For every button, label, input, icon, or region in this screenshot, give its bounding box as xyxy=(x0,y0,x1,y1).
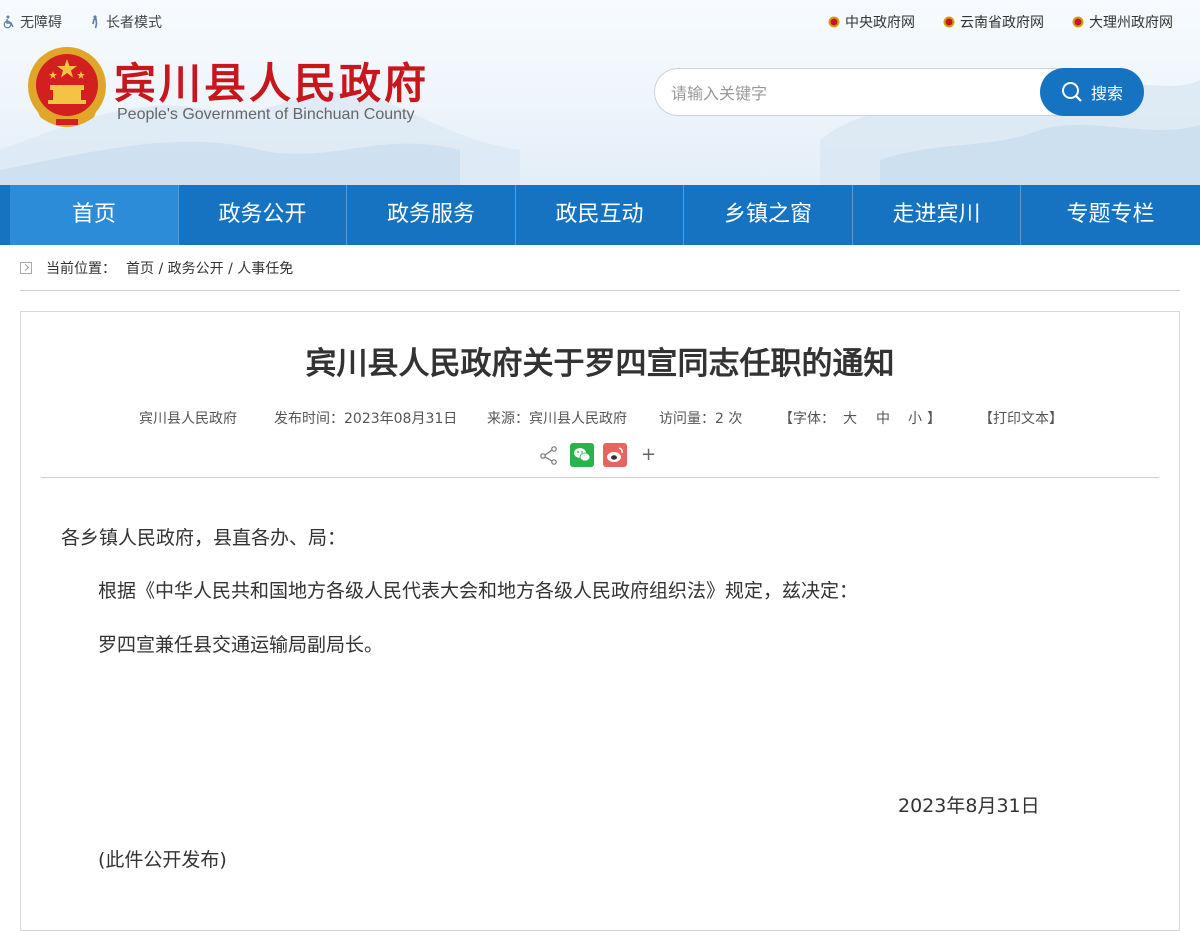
nav-towns[interactable]: 乡镇之窗 xyxy=(684,185,853,245)
site-header: 无障碍 长者模式 中央政府网 云南省政府网 大理州政府网 宾川县人民政府 Peo… xyxy=(0,0,1200,185)
accessibility-link[interactable]: 无障碍 xyxy=(2,12,62,32)
meta-source: 来源：宾川县人民政府 xyxy=(487,411,627,427)
nav-interaction[interactable]: 政民互动 xyxy=(516,185,684,245)
site-title[interactable]: 宾川县人民政府 xyxy=(114,50,429,111)
emblem-icon xyxy=(1072,16,1084,28)
yunnan-gov-link[interactable]: 云南省政府网 xyxy=(943,12,1044,32)
breadcrumb: 当前位置： 首页 / 政务公开 / 人事任免 xyxy=(20,258,293,278)
wechat-share-icon[interactable] xyxy=(570,443,594,467)
font-size-label: 【字体： xyxy=(779,411,835,427)
site-subtitle: People's Government of Binchuan County xyxy=(117,106,415,123)
nav-gov-affairs[interactable]: 政务公开 xyxy=(179,185,347,245)
central-gov-link[interactable]: 中央政府网 xyxy=(828,12,915,32)
arrow-right-icon xyxy=(20,262,32,274)
more-share-button[interactable]: + xyxy=(641,446,656,464)
nav-special-topics[interactable]: 专题专栏 xyxy=(1021,185,1200,245)
font-small-button[interactable]: 小 xyxy=(908,408,922,428)
elderly-person-icon xyxy=(92,15,98,29)
elderly-mode-link[interactable]: 长者模式 xyxy=(88,12,162,32)
nav-gov-services[interactable]: 政务服务 xyxy=(347,185,516,245)
nav-home[interactable]: 首页 xyxy=(10,185,179,245)
meta-publish-date: 发布时间：2023年08月31日 xyxy=(274,411,458,427)
article: 宾川县人民政府关于罗四宣同志任职的通知 宾川县人民政府 发布时间：2023年08… xyxy=(20,311,1180,931)
body-paragraph: 罗四宣兼任县交通运输局副局长。 xyxy=(98,634,384,656)
emblem-icon xyxy=(828,16,840,28)
divider xyxy=(41,477,1159,478)
breadcrumb-prefix: 当前位置： xyxy=(46,261,116,277)
publish-note: (此件公开发布) xyxy=(98,849,227,871)
search-icon xyxy=(1061,82,1082,102)
weibo-share-icon[interactable] xyxy=(603,443,627,467)
article-title: 宾川县人民政府关于罗四宣同志任职的通知 xyxy=(305,346,895,382)
breadcrumb-path[interactable]: 首页 / 政务公开 / 人事任免 xyxy=(126,258,293,278)
font-size-end: 】 xyxy=(927,411,941,427)
share-bar: + xyxy=(539,443,656,467)
search-box: 搜索 xyxy=(654,68,1144,116)
print-button[interactable]: 【打印文本】 xyxy=(979,408,1063,428)
body-paragraph: 根据《中华人民共和国地方各级人民代表大会和地方各级人民政府组织法》规定，兹决定： xyxy=(98,580,859,602)
meta-visits: 访问量：2 次 xyxy=(659,411,743,427)
font-large-button[interactable]: 大 xyxy=(843,408,857,428)
font-medium-button[interactable]: 中 xyxy=(876,408,890,428)
wheelchair-icon xyxy=(3,15,14,29)
search-button[interactable]: 搜索 xyxy=(1040,68,1144,116)
nav-about-binchuan[interactable]: 走进宾川 xyxy=(853,185,1021,245)
issue-date: 2023年8月31日 xyxy=(898,795,1040,817)
national-emblem-logo[interactable] xyxy=(26,45,108,131)
divider xyxy=(20,290,1180,291)
share-icon[interactable] xyxy=(539,445,559,465)
search-input[interactable] xyxy=(669,79,1033,107)
main-nav: 首页 政务公开 政务服务 政民互动 乡镇之窗 走进宾川 专题专栏 xyxy=(0,185,1200,245)
dali-gov-link[interactable]: 大理州政府网 xyxy=(1072,12,1173,32)
emblem-icon xyxy=(943,16,955,28)
meta-author: 宾川县人民政府 xyxy=(139,411,237,427)
salutation: 各乡镇人民政府，县直各办、局： xyxy=(61,527,347,549)
